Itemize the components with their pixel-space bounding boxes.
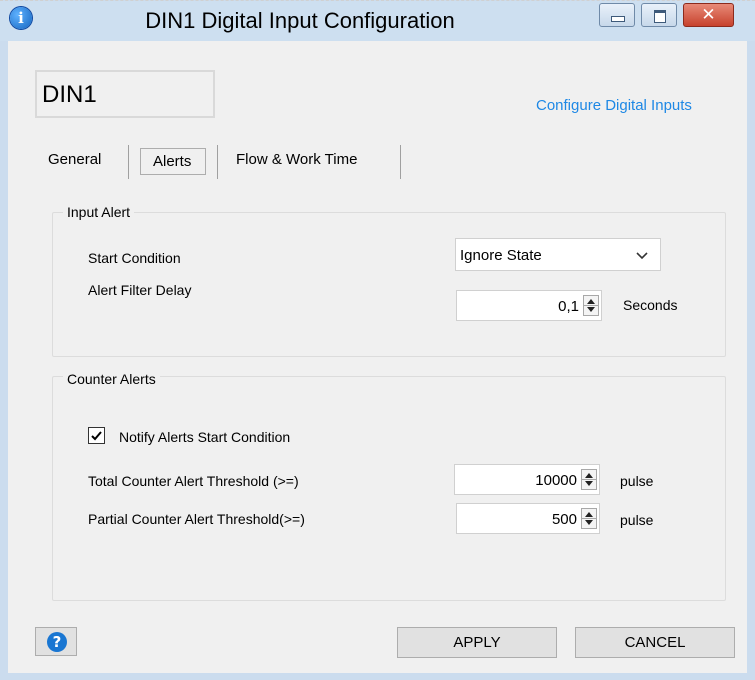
total-threshold-stepper[interactable]: 10000	[454, 464, 600, 495]
chevron-down-icon	[636, 252, 648, 260]
spin-arrows-icon[interactable]	[581, 469, 597, 490]
alert-filter-delay-label: Alert Filter Delay	[88, 282, 192, 298]
maximize-button[interactable]	[641, 3, 677, 27]
tab-flow-work-time[interactable]: Flow & Work Time	[236, 151, 357, 168]
tab-divider	[128, 145, 129, 179]
notify-alerts-label: Notify Alerts Start Condition	[119, 429, 291, 445]
total-unit-label: pulse	[620, 473, 654, 489]
minimize-button[interactable]	[599, 3, 635, 27]
maximize-icon	[654, 10, 666, 23]
help-icon: ?	[47, 632, 67, 652]
input-name-field[interactable]: DIN1	[35, 70, 215, 118]
apply-button[interactable]: APPLY	[397, 627, 557, 658]
partial-threshold-value[interactable]: 500	[552, 511, 577, 528]
tab-divider	[400, 145, 401, 179]
alert-filter-delay-stepper[interactable]: 0,1	[456, 290, 602, 321]
counter-alerts-legend: Counter Alerts	[63, 371, 160, 387]
partial-unit-label: pulse	[620, 512, 654, 528]
tab-divider	[217, 145, 218, 179]
spin-arrows-icon[interactable]	[583, 295, 599, 316]
input-alert-legend: Input Alert	[63, 204, 135, 220]
dialog-body: DIN1 Configure Digital Inputs General Al…	[8, 41, 747, 673]
total-threshold-value[interactable]: 10000	[535, 472, 577, 489]
config-window: i DIN1 Digital Input Configuration ✕ DIN…	[0, 0, 755, 680]
close-button[interactable]: ✕	[683, 3, 734, 27]
partial-threshold-label: Partial Counter Alert Threshold(>=)	[88, 511, 305, 527]
close-icon: ✕	[701, 5, 716, 25]
minimize-icon	[611, 16, 625, 22]
start-condition-value: Ignore State	[460, 247, 542, 264]
alert-filter-delay-value[interactable]: 0,1	[558, 298, 579, 315]
total-threshold-label: Total Counter Alert Threshold (>=)	[88, 473, 299, 489]
checkmark-icon	[91, 431, 102, 441]
tab-alerts[interactable]: Alerts	[140, 148, 206, 175]
spin-arrows-icon[interactable]	[581, 508, 597, 529]
start-condition-label: Start Condition	[88, 250, 181, 266]
cancel-button[interactable]: CANCEL	[575, 627, 735, 658]
tab-general[interactable]: General	[48, 151, 101, 168]
window-title: DIN1 Digital Input Configuration	[145, 8, 455, 33]
configure-digital-inputs-link[interactable]: Configure Digital Inputs	[536, 97, 692, 114]
partial-threshold-stepper[interactable]: 500	[456, 503, 600, 534]
notify-alerts-checkbox[interactable]	[88, 427, 105, 444]
help-button[interactable]: ?	[35, 627, 77, 656]
title-bar[interactable]: i DIN1 Digital Input Configuration ✕	[0, 1, 755, 41]
seconds-unit-label: Seconds	[623, 297, 678, 313]
start-condition-dropdown[interactable]: Ignore State	[455, 238, 661, 271]
